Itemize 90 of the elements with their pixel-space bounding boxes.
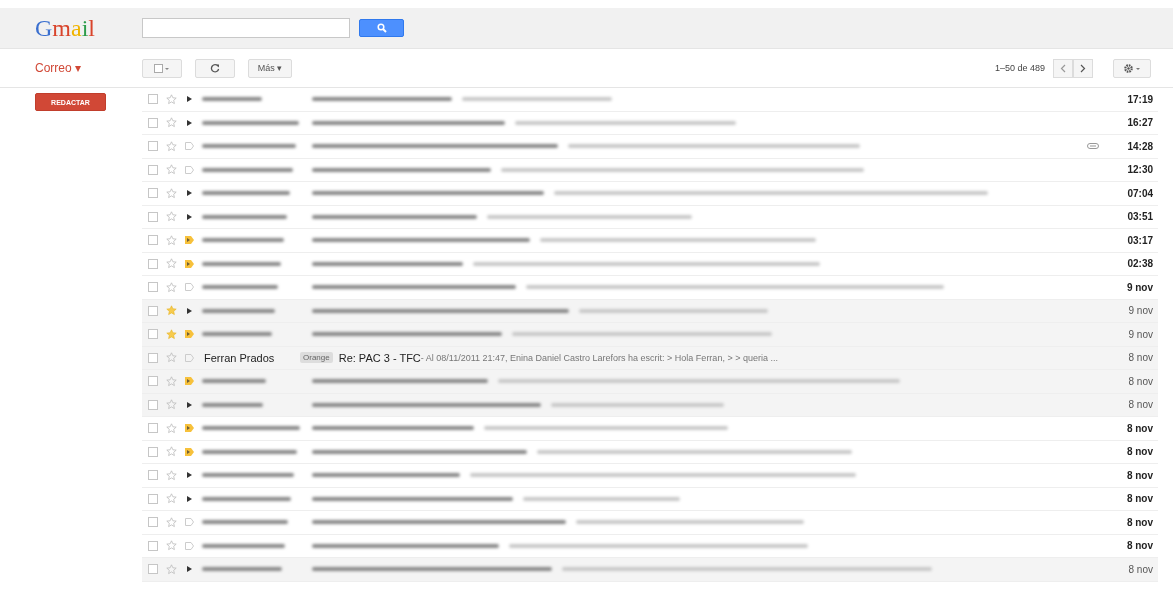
settings-button[interactable] — [1113, 58, 1151, 78]
message-time: 8 nov — [1127, 399, 1153, 411]
message-row[interactable]: 8 nov — [142, 393, 1158, 417]
checkbox[interactable] — [148, 282, 158, 293]
checkbox[interactable] — [148, 493, 158, 504]
checkbox[interactable] — [148, 446, 158, 457]
star-icon[interactable] — [166, 516, 177, 528]
star-icon[interactable] — [166, 187, 177, 199]
message-row[interactable]: Ferran Prados Orange Re: PAC 3 - TFC- Al 08/11/2011 21:47, Enina Daniel Castro Larefors ha escrit: > Hola Ferran, > > queria ... 8 nov — [142, 346, 1158, 370]
previous-page-button[interactable] — [1053, 58, 1073, 78]
star-icon[interactable] — [166, 422, 177, 434]
message-time: 16:27 — [1126, 117, 1153, 129]
checkbox[interactable] — [148, 211, 158, 222]
message-time: 03:17 — [1126, 234, 1153, 246]
star-icon[interactable] — [166, 234, 177, 246]
star-icon[interactable] — [166, 493, 177, 505]
checkbox[interactable] — [148, 399, 158, 410]
star-icon[interactable] — [166, 469, 177, 481]
star-icon[interactable] — [166, 281, 177, 293]
message-time: 8 nov — [1125, 422, 1153, 434]
next-page-button[interactable] — [1073, 58, 1093, 78]
checkbox[interactable] — [148, 258, 158, 269]
message-row[interactable]: 8 nov — [142, 370, 1158, 394]
message-time: 8 nov — [1125, 469, 1153, 481]
checkbox[interactable] — [148, 188, 158, 199]
star-icon[interactable] — [166, 164, 177, 176]
message-time: 8 nov — [1125, 493, 1153, 505]
star-icon[interactable] — [166, 399, 177, 411]
star-icon[interactable] — [166, 305, 177, 317]
star-icon[interactable] — [166, 328, 177, 340]
refresh-icon — [210, 63, 220, 73]
chevron-right-icon — [1080, 63, 1086, 73]
message-time: 03:51 — [1126, 211, 1153, 223]
message-row[interactable]: 8 nov — [142, 558, 1158, 582]
checkbox[interactable] — [148, 117, 158, 128]
star-icon[interactable] — [166, 540, 177, 552]
checkbox[interactable] — [148, 470, 158, 481]
star-icon[interactable] — [166, 93, 177, 105]
message-time: 9 nov — [1125, 281, 1153, 293]
message-time: 8 nov — [1127, 352, 1153, 364]
checkbox[interactable] — [148, 540, 158, 551]
checkbox[interactable] — [148, 564, 158, 575]
message-time: 8 nov — [1125, 516, 1153, 528]
sender-name: Ferran Prados — [204, 351, 276, 364]
star-icon[interactable] — [166, 211, 177, 223]
checkbox[interactable] — [148, 352, 158, 363]
checkbox-caret-icon — [154, 63, 170, 73]
settings-icon — [1123, 62, 1141, 74]
message-time: 8 nov — [1125, 446, 1153, 458]
pagination-text: 1–50 de 489 — [994, 63, 1045, 73]
checkbox[interactable] — [148, 235, 158, 246]
search-icon — [376, 23, 387, 33]
label-tag: Orange — [300, 352, 333, 364]
star-icon[interactable] — [166, 446, 177, 458]
checkbox[interactable] — [148, 94, 158, 105]
gmail-logo[interactable]: Gmail — [0, 14, 142, 42]
chevron-left-icon — [1060, 63, 1066, 73]
subject-text: Re: PAC 3 - TFC — [338, 351, 421, 364]
star-icon[interactable] — [166, 140, 177, 152]
message-time: 14:28 — [1126, 140, 1153, 152]
star-icon[interactable] — [166, 352, 177, 364]
star-icon[interactable] — [166, 117, 177, 129]
checkbox[interactable] — [148, 305, 158, 316]
select-button[interactable] — [142, 58, 182, 78]
search-button[interactable] — [359, 19, 404, 37]
mail-menu[interactable]: Correo ▾ — [0, 61, 142, 75]
message-time: 12:30 — [1126, 164, 1153, 176]
checkbox[interactable] — [148, 164, 158, 175]
message-time: 8 nov — [1127, 375, 1153, 387]
message-time: 8 nov — [1127, 563, 1153, 575]
snippet-text: - Al 08/11/2011 21:47, Enina Daniel Castro Larefors ha escrit: > Hola Ferran, > > queria ... — [420, 352, 778, 363]
message-time: 07:04 — [1126, 187, 1153, 199]
message-row[interactable]: 9 nov — [142, 323, 1158, 347]
star-icon[interactable] — [166, 563, 177, 575]
more-button[interactable]: Más ▾ — [248, 58, 292, 78]
message-time: 9 nov — [1127, 305, 1153, 317]
message-time: 17:19 — [1126, 93, 1153, 105]
message-time: 8 nov — [1125, 540, 1153, 552]
checkbox[interactable] — [148, 141, 158, 152]
message-row[interactable]: 9 nov — [142, 299, 1158, 323]
checkbox[interactable] — [148, 376, 158, 387]
search-field[interactable] — [142, 18, 350, 38]
checkbox[interactable] — [148, 517, 158, 528]
refresh-button[interactable] — [195, 58, 235, 78]
checkbox[interactable] — [148, 423, 158, 434]
star-icon[interactable] — [166, 375, 177, 387]
message-time: 02:38 — [1126, 258, 1153, 270]
checkbox[interactable] — [148, 329, 158, 340]
star-icon[interactable] — [166, 258, 177, 270]
message-time: 9 nov — [1127, 328, 1153, 340]
